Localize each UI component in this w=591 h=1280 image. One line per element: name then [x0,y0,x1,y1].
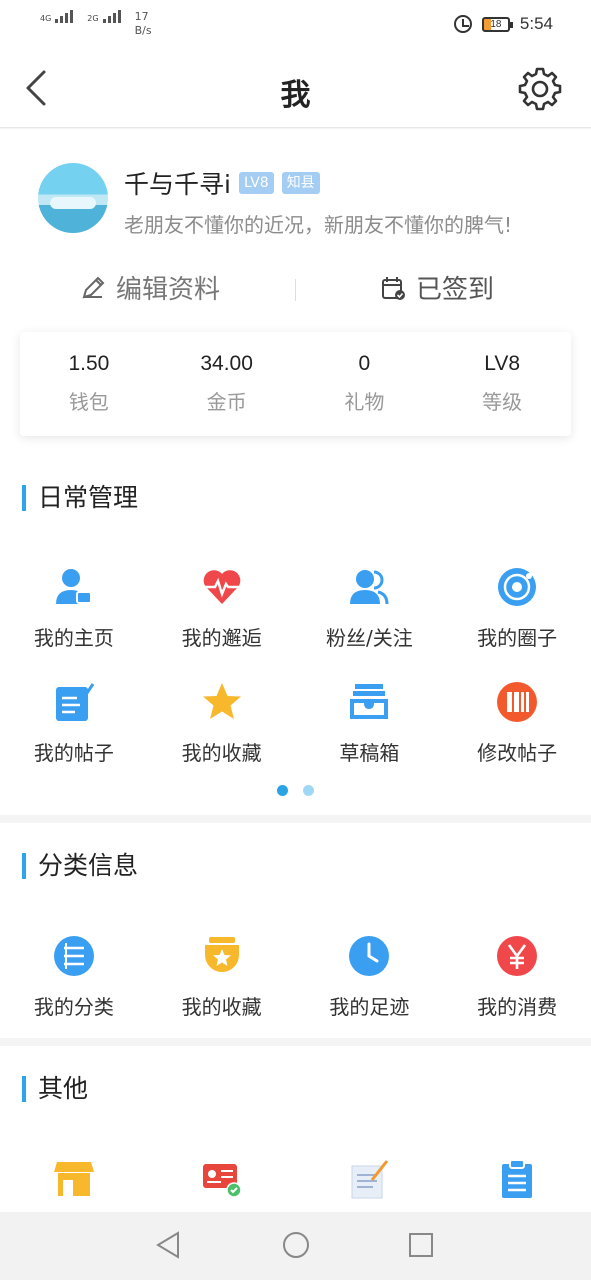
grid-item-circles[interactable]: 我的圈子 [443,566,591,681]
net-speed-value: 17 [134,10,149,23]
stat-label: 金币 [206,390,247,414]
grid-item-label: 修改帖子 [477,741,558,765]
category-section: 分类信息 我的分类 我的收藏 我的足迹 我的消费 [0,823,591,1038]
signature: 老朋友不懂你的近况，新朋友不懂你的脾气! [124,213,513,237]
grid-item-label: 草稿箱 [339,741,400,765]
inbox-tray-icon [350,684,389,719]
clipboard-icon [502,1159,533,1198]
pencil-icon [82,276,105,298]
net-speed-unit: B/s [134,24,152,37]
grid-item-label: 我的帖子 [33,741,114,765]
grid-item-fans[interactable]: 粉丝/关注 [296,566,444,681]
post-edit-icon [55,683,95,721]
username: 千与千寻i [124,170,231,199]
grid-item-label: 我的收藏 [181,995,262,1019]
signal-4g-icon: 4G [40,10,74,23]
stat-value: LV8 [484,352,521,375]
profile-actions: 编辑资料 已签到 [0,269,591,313]
title-badge: 知县 [281,172,320,194]
grid-item-favorites[interactable]: 我的收藏 [148,681,296,796]
star-icon [202,683,241,719]
divider [295,279,296,301]
nav-home-icon[interactable] [281,1230,311,1260]
stats-card: 1.50 钱包 34.00 金币 0 礼物 LV8 等级 [20,332,571,436]
grid-item-consumption[interactable]: 我的消费 [443,935,591,1050]
avatar[interactable] [38,163,108,233]
grid-item-footprints[interactable]: 我的足迹 [296,935,444,1050]
page-title: 我 [280,78,311,113]
stat-level[interactable]: LV8 等级 [433,332,571,436]
grid-item-edit-posts[interactable]: 修改帖子 [443,681,591,796]
status-bar: 4G 2G 17 B/s 18 5:54 [0,0,591,50]
section-title: 分类信息 [22,853,138,879]
grid-item-encounter[interactable]: 我的邂逅 [148,566,296,681]
stat-label: 礼物 [344,390,385,414]
signin-status-button[interactable]: 已签到 [380,269,494,306]
clock-time: 5:54 [519,14,553,33]
nav-bar: 我 [0,50,591,128]
stat-value: 1.50 [68,352,110,375]
grid-item-category-favorites[interactable]: 我的收藏 [148,935,296,1050]
stat-label: 等级 [482,390,523,414]
page-indicator [0,785,591,796]
notepad-icon [351,1160,389,1199]
fans-icon [350,570,389,605]
grid-item-label: 我的邂逅 [181,626,262,650]
battery-level: 18 [490,18,502,30]
edit-profile-label: 编辑资料 [116,275,221,305]
gear-icon[interactable] [517,66,563,112]
section-title: 其他 [22,1076,88,1102]
signal-2g-icon: 2G [87,10,121,23]
net-speed: 17 B/s [135,10,152,38]
grid-item-label: 我的收藏 [181,741,262,765]
alarm-icon [453,15,472,33]
star-jar-icon [204,937,239,972]
circle-target-icon [498,568,537,606]
network1-label: 4G [40,14,52,23]
stat-label: 钱包 [68,390,109,414]
yen-icon [497,936,538,976]
grid-item-drafts[interactable]: 草稿箱 [296,681,444,796]
grid-item-label: 我的足迹 [329,995,410,1019]
grid-item-label: 我的消费 [477,995,558,1019]
bookshelf-icon [497,682,538,722]
stat-gifts[interactable]: 0 礼物 [296,332,434,436]
stat-wallet[interactable]: 1.50 钱包 [20,332,158,436]
other-section: 其他 [0,1046,591,1212]
daily-management-section: 日常管理 我的主页 我的邂逅 粉丝/关注 我的圈子 我的帖子 我的收藏 草稿箱 … [0,449,591,815]
clock-icon [349,936,390,976]
stat-value: 0 [358,352,371,375]
nav-recents-icon[interactable] [407,1230,435,1260]
grid-item-my-posts[interactable]: 我的帖子 [0,681,148,796]
stat-coins[interactable]: 34.00 金币 [158,332,296,436]
page-dot-active[interactable] [277,785,288,796]
user-home-icon [55,569,92,604]
system-nav-bar [0,1212,591,1280]
nav-back-icon[interactable] [154,1230,182,1260]
level-badge: LV8 [238,172,274,194]
signed-label: 已签到 [416,275,495,305]
edit-profile-button[interactable]: 编辑资料 [80,269,220,306]
network2-label: 2G [87,14,99,23]
list-icon [53,936,94,976]
stat-value: 34.00 [200,352,253,375]
page-dot[interactable] [303,785,314,796]
grid-item-label: 我的圈子 [477,626,558,650]
username-row: 千与千寻i LV8 知县 [124,165,320,201]
battery-icon: 18 [481,16,513,32]
calendar-check-icon [382,276,405,300]
grid-item-my-home[interactable]: 我的主页 [0,566,148,681]
grid-item-my-category[interactable]: 我的分类 [0,935,148,1050]
section-title: 日常管理 [22,485,138,511]
grid-item-label: 我的主页 [33,626,114,650]
shop-icon [53,1162,94,1196]
id-card-check-icon [202,1164,242,1198]
grid-item-label: 粉丝/关注 [326,626,413,650]
heart-pulse-icon [203,570,240,604]
grid-item-label: 我的分类 [33,995,114,1019]
